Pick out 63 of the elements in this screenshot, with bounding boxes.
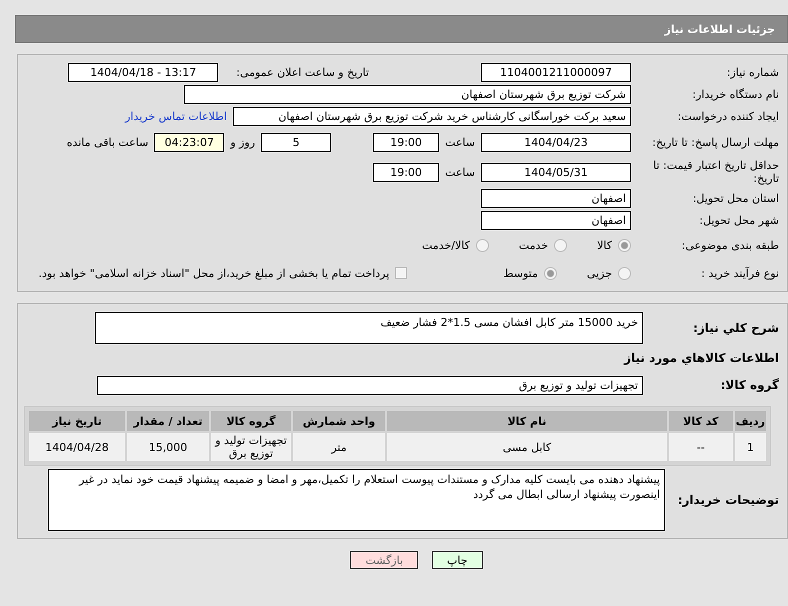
page-title: جزئیات اطلاعات نیاز (15, 15, 788, 43)
radio-button[interactable] (554, 238, 568, 252)
checkbox[interactable] (395, 267, 408, 279)
description-box[interactable]: خرید 15000 متر کابل افشان مسی 1.5*2 فشار ضعیف (95, 312, 643, 344)
buyer-notes-box[interactable]: پیشنهاد دهنده می بایست کلیه مدارک و مستندات پیوست استعلام را تکمیل،مهر و امضا و ضمیمه پیشنهاد قیمت خود نماید در غیر اینصورت پیشنهاد ارسالی ابطال می گردد (48, 469, 665, 531)
field-label: مهلت ارسال پاسخ: تا تاریخ: (651, 136, 780, 148)
table-cell: کابل مسی (387, 433, 667, 461)
back-button[interactable]: بازگشت (350, 551, 418, 569)
print-button[interactable]: چاپ (432, 551, 483, 569)
text-field[interactable]: 19:00 (373, 162, 440, 182)
text-field[interactable]: 1404/04/18 - 13:17 (68, 62, 218, 82)
column-header: واحد شمارش (293, 411, 385, 431)
text-field[interactable]: 1404/05/31 (481, 162, 631, 182)
field-label: جزیی (586, 266, 612, 280)
field-label: متوسط (503, 266, 538, 280)
table-cell: 1 (734, 433, 766, 461)
table-cell: تجهیزات تولید و توزیع برق (211, 433, 291, 461)
field-label: پرداخت تمام یا بخشی از مبلغ خرید،از محل "اسناد خزانه اسلامی" خواهد بود. (38, 266, 390, 280)
field-label: شماره نیاز: (726, 66, 780, 78)
field-label: طبقه بندی موضوعی: (680, 238, 780, 252)
field-label: ایجاد کننده درخواست: (676, 110, 780, 122)
field-label: کالا (597, 238, 612, 252)
field-label: اطلاعات کالاهاي مورد نياز (622, 352, 780, 364)
field-label: تاریخ و ساعت اعلان عمومی: (236, 66, 369, 78)
text-field[interactable]: تجهیزات تولید و توزیع برق (97, 376, 643, 394)
field-label: استان محل تحویل: (692, 192, 780, 204)
field-label: شرح کلي نياز: (692, 322, 780, 334)
table-cell: -- (668, 433, 733, 461)
field-label: ساعت باقی مانده (66, 136, 148, 148)
table-cell: 1404/04/28 (29, 433, 125, 461)
field-label: توضیحات خریدار: (676, 494, 780, 506)
field-label: شهر محل تحویل: (698, 214, 780, 226)
text-field[interactable]: اصفهان (481, 210, 631, 230)
table-cell: 15,000 (127, 433, 209, 461)
column-header: نام کالا (387, 411, 667, 431)
buyer-contact-link[interactable]: اطلاعات تماس خریدار (125, 110, 227, 122)
field-label: خدمت (518, 238, 548, 252)
radio-button[interactable] (544, 266, 557, 280)
field-label: نام دستگاه خریدار: (691, 88, 780, 100)
field-label: حداقل تاریخ اعتبار قیمت: تا تاریخ: (652, 159, 780, 185)
table-cell: متر (293, 433, 385, 461)
radio-button[interactable] (476, 238, 489, 252)
text-field[interactable]: 5 (261, 132, 332, 152)
column-header: گروه کالا (211, 411, 291, 431)
text-field[interactable]: 04:23:07 (154, 132, 224, 152)
field-label: روز و (230, 136, 256, 148)
field-label: نوع فرآیند خرید : (700, 266, 780, 280)
column-header: کد کالا (668, 411, 733, 431)
column-header: تعداد / مقدار (127, 411, 209, 431)
field-label: گروه کالا: (720, 378, 780, 392)
text-field[interactable]: اصفهان (481, 188, 631, 208)
column-header: تاریخ نیاز (29, 411, 125, 431)
radio-button[interactable] (618, 266, 631, 280)
text-field[interactable]: 1104001211000097 (481, 62, 631, 82)
field-label: کالا/خدمت (422, 238, 470, 252)
text-field[interactable]: 1404/04/23 (481, 132, 631, 152)
column-header: ردیف (734, 411, 766, 431)
field-label: ساعت (445, 166, 475, 178)
field-label: ساعت (445, 136, 475, 148)
radio-button[interactable] (618, 238, 631, 252)
text-field[interactable]: 19:00 (373, 132, 440, 152)
text-field[interactable]: سعید برکت خوراسگانی کارشناس خرید شرکت توزیع برق شهرستان اصفهان (233, 106, 631, 126)
text-field[interactable]: شرکت توزیع برق شهرستان اصفهان (184, 84, 631, 104)
